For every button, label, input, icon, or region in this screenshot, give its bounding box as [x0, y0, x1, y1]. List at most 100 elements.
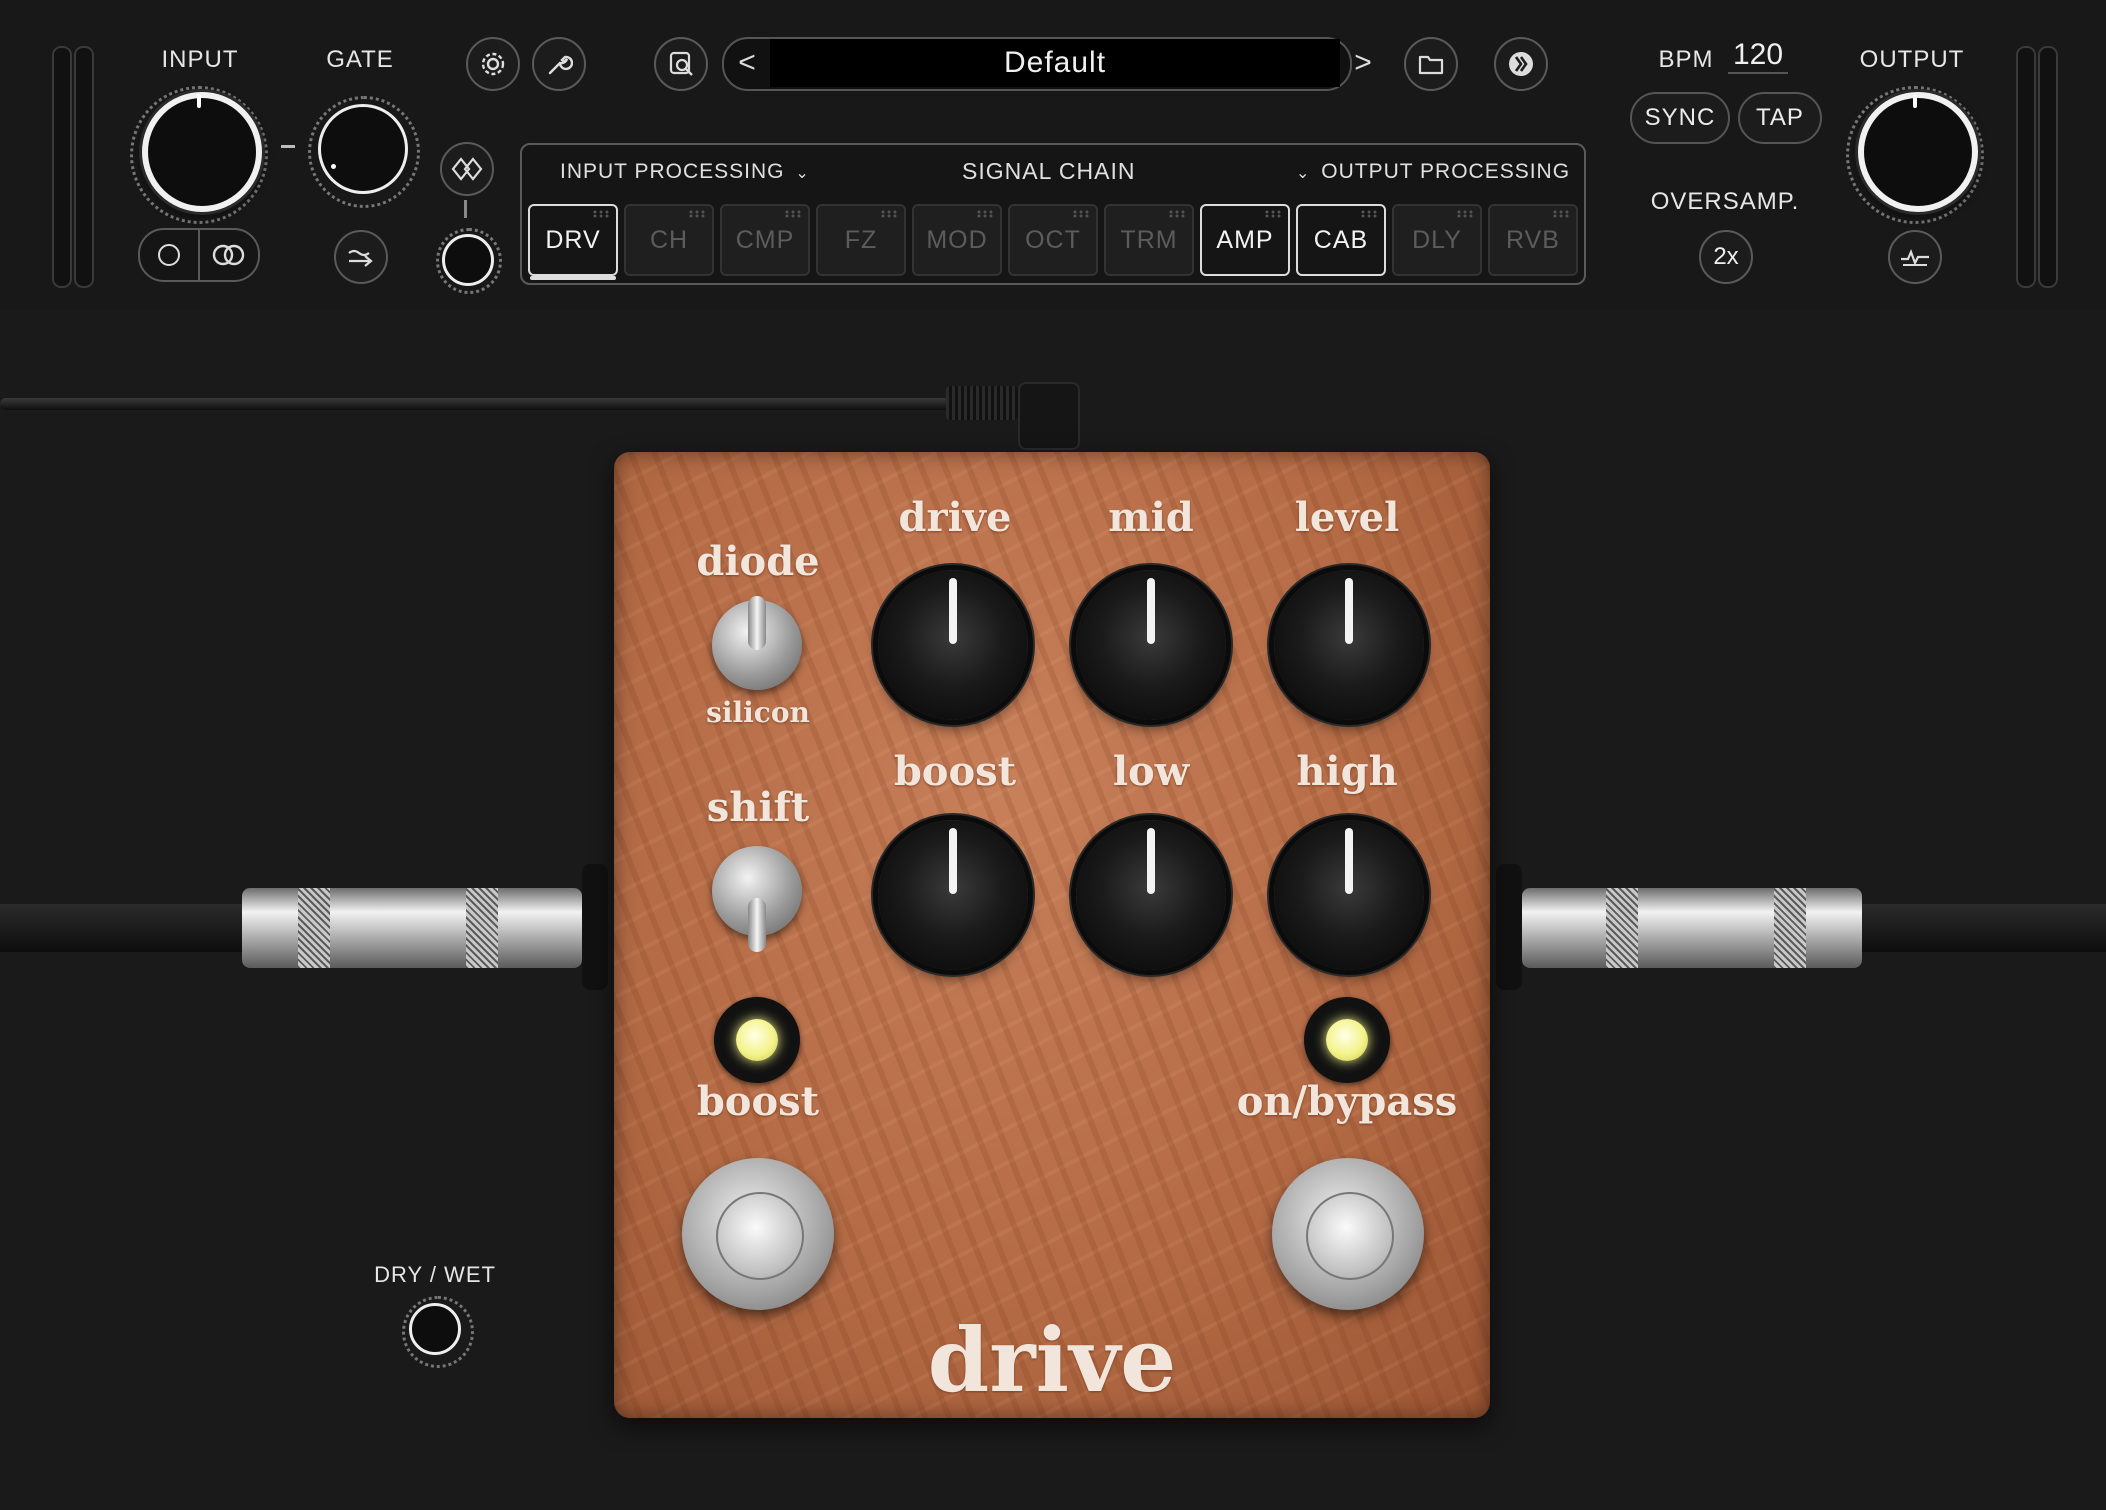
- drag-handle-icon[interactable]: [1264, 210, 1282, 218]
- bypass-led-light: [1326, 1019, 1368, 1061]
- boost-led: [714, 997, 800, 1083]
- output-eq-button[interactable]: [1888, 230, 1942, 284]
- bypass-led: [1304, 997, 1390, 1083]
- output-plug-grip: [1774, 888, 1806, 968]
- stereo-segment[interactable]: [200, 230, 258, 280]
- drag-handle-icon[interactable]: [880, 210, 898, 218]
- input-meter-left: [52, 46, 72, 288]
- chain-slot-dly[interactable]: DLY: [1392, 204, 1482, 276]
- preset-name[interactable]: Default: [770, 39, 1340, 87]
- output-meter-left: [2016, 46, 2036, 288]
- preset-search-button[interactable]: [654, 37, 708, 91]
- bypass-label: on/bypass: [1236, 1078, 1458, 1125]
- low-knob-label: low: [1112, 748, 1190, 795]
- power-cable: [0, 398, 950, 410]
- input-processing-label: INPUT PROCESSING: [560, 160, 785, 183]
- output-processing-label: OUTPUT PROCESSING: [1321, 160, 1571, 183]
- routing-button[interactable]: [440, 142, 494, 196]
- silicon-label: silicon: [706, 696, 810, 729]
- drag-handle-icon[interactable]: [784, 210, 802, 218]
- level-knob[interactable]: [1274, 570, 1424, 720]
- output-processing-dropdown[interactable]: ⌄ OUTPUT PROCESSING: [1296, 160, 1570, 184]
- chevron-down-icon: ⌄: [795, 165, 810, 182]
- output-knob[interactable]: [1858, 92, 1978, 212]
- drag-handle-icon[interactable]: [1552, 210, 1570, 218]
- chain-slot-ch[interactable]: CH: [624, 204, 714, 276]
- output-jack: [1496, 864, 1522, 990]
- chain-slot-label: CMP: [735, 225, 795, 254]
- boost-footswitch[interactable]: [682, 1158, 834, 1310]
- chain-slot-label: DRV: [545, 225, 601, 254]
- sidechain-arrow-icon: [348, 249, 373, 267]
- chain-slot-mod[interactable]: MOD: [912, 204, 1002, 276]
- boost-knob-label: boost: [893, 748, 1017, 795]
- signal-chain-title: SIGNAL CHAIN: [962, 158, 1136, 184]
- pedal-name: drive: [927, 1308, 1177, 1412]
- input-plug-grip: [466, 888, 498, 968]
- drag-handle-icon[interactable]: [1072, 210, 1090, 218]
- chain-slot-fz[interactable]: FZ: [816, 204, 906, 276]
- drag-handle-icon[interactable]: [976, 210, 994, 218]
- routing-connector: [464, 200, 467, 218]
- level-knob-label: level: [1294, 494, 1400, 541]
- mono-stereo-toggle[interactable]: [138, 228, 260, 282]
- diode-toggle-lever[interactable]: [748, 596, 766, 650]
- chain-slot-cmp[interactable]: CMP: [720, 204, 810, 276]
- bpm-label: BPM: [1658, 46, 1714, 73]
- chain-slot-cab[interactable]: CAB: [1296, 204, 1386, 276]
- gate-sidechain-button[interactable]: [334, 230, 388, 284]
- output-label: OUTPUT: [1859, 46, 1965, 73]
- mix-knob[interactable]: [442, 234, 494, 286]
- drive-knob[interactable]: [878, 570, 1028, 720]
- boost-knob[interactable]: [878, 820, 1028, 970]
- mid-knob-label: mid: [1108, 494, 1194, 541]
- power-plug: [946, 386, 1018, 420]
- drag-handle-icon[interactable]: [592, 210, 610, 218]
- output-cable: [1856, 904, 2106, 952]
- tap-button[interactable]: TAP: [1738, 92, 1822, 144]
- bypass-footswitch-cap[interactable]: [1306, 1192, 1394, 1280]
- chain-slot-drv[interactable]: DRV: [528, 204, 618, 280]
- logo-button[interactable]: [1494, 37, 1548, 91]
- mono-icon: [158, 244, 180, 266]
- mid-knob[interactable]: [1076, 570, 1226, 720]
- preset-folder-button[interactable]: [1404, 37, 1458, 91]
- dry-wet-knob[interactable]: [409, 1303, 461, 1355]
- settings-button[interactable]: [466, 37, 520, 91]
- input-plug-grip: [298, 888, 330, 968]
- output-cable-plug: [1522, 888, 1862, 968]
- drag-handle-icon[interactable]: [1168, 210, 1186, 218]
- input-knob[interactable]: [142, 92, 262, 212]
- oversampling-label: OVERSAMP.: [1650, 188, 1800, 215]
- shift-toggle-lever[interactable]: [748, 898, 766, 952]
- oversampling-button[interactable]: 2x: [1699, 230, 1753, 284]
- bpm-value[interactable]: 120: [1728, 38, 1788, 74]
- waveform-icon: [1901, 249, 1929, 266]
- stereo-icon: [212, 244, 245, 266]
- input-cable-plug: [242, 888, 582, 968]
- bypass-footswitch[interactable]: [1272, 1158, 1424, 1310]
- chain-slot-oct[interactable]: OCT: [1008, 204, 1098, 276]
- drag-handle-icon[interactable]: [1456, 210, 1474, 218]
- boost-led-light: [736, 1019, 778, 1061]
- chain-slot-rvb[interactable]: RVB: [1488, 204, 1578, 276]
- chain-slot-label: CH: [649, 225, 689, 254]
- tools-button[interactable]: [532, 37, 586, 91]
- gate-knob[interactable]: [318, 104, 408, 194]
- low-knob[interactable]: [1076, 820, 1226, 970]
- preset-next-button[interactable]: >: [1340, 39, 1386, 87]
- high-knob[interactable]: [1274, 820, 1424, 970]
- chain-slot-label: OCT: [1025, 225, 1081, 254]
- routing-diamond-icon: [451, 157, 483, 181]
- chain-slot-amp[interactable]: AMP: [1200, 204, 1290, 276]
- drag-handle-icon[interactable]: [1360, 210, 1378, 218]
- boost-footswitch-cap[interactable]: [716, 1192, 804, 1280]
- chain-slot-trm[interactable]: TRM: [1104, 204, 1194, 276]
- output-knob-indicator: [1913, 94, 1917, 108]
- input-processing-dropdown[interactable]: INPUT PROCESSING ⌄: [560, 160, 810, 184]
- sync-button[interactable]: SYNC: [1630, 92, 1730, 144]
- mono-segment[interactable]: [140, 230, 200, 280]
- preset-prev-button[interactable]: <: [724, 39, 770, 87]
- drag-handle-icon[interactable]: [688, 210, 706, 218]
- chain-slot-label: MOD: [926, 225, 988, 254]
